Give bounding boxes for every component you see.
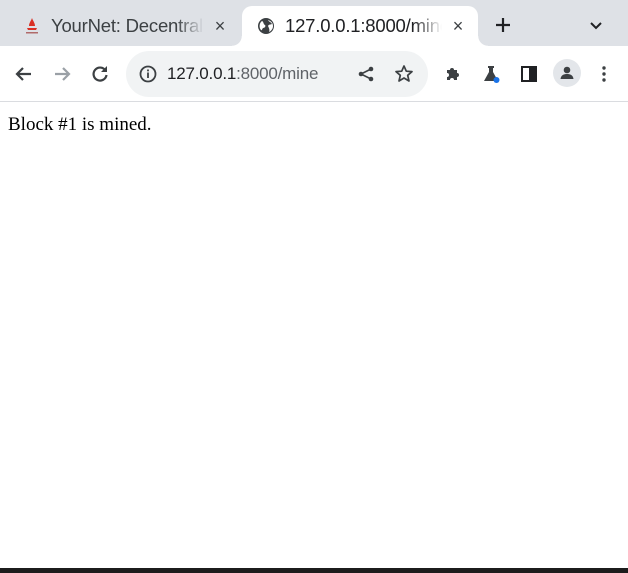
- chevron-down-icon: [590, 22, 602, 30]
- forward-button[interactable]: [46, 58, 78, 90]
- close-tab-button[interactable]: ×: [208, 14, 232, 38]
- menu-button[interactable]: [588, 58, 620, 90]
- share-button[interactable]: [354, 62, 378, 86]
- url-text[interactable]: 127.0.0.1:8000/mine: [167, 64, 318, 84]
- tab-title: YourNet: Decentralized: [51, 15, 204, 36]
- star-outline-icon: [395, 65, 413, 82]
- side-panel-icon: [521, 66, 537, 82]
- tab-mine[interactable]: 127.0.0.1:8000/mine ×: [232, 6, 488, 46]
- close-icon: ×: [452, 15, 464, 36]
- reload-button[interactable]: [84, 58, 116, 90]
- tab-strip: YourNet: Decentralized × 127.0.0.1:8000/…: [0, 0, 628, 46]
- url-host: 127.0.0.1: [167, 64, 237, 83]
- side-panel-button[interactable]: [513, 58, 545, 90]
- flask-icon: [484, 66, 500, 83]
- site-info-button[interactable]: [136, 62, 160, 86]
- taskbar-edge: [0, 568, 628, 573]
- tab-search-button[interactable]: [582, 11, 610, 39]
- three-dots-vertical-icon: [602, 66, 606, 82]
- arrow-right-icon: [55, 67, 71, 81]
- person-icon: [560, 66, 574, 79]
- yournet-logo-icon: [22, 16, 42, 36]
- bookmark-button[interactable]: [392, 62, 416, 86]
- profile-button[interactable]: [553, 59, 581, 87]
- new-tab-button[interactable]: [489, 11, 517, 39]
- reload-icon: [92, 66, 108, 82]
- arrow-left-icon: [15, 67, 31, 81]
- page-content: Block #1 is mined.: [0, 103, 628, 568]
- close-icon: ×: [214, 15, 226, 36]
- tab-yournet[interactable]: YourNet: Decentralized ×: [8, 6, 240, 46]
- tab-title: 127.0.0.1:8000/mine: [285, 15, 442, 36]
- globe-icon: [256, 16, 276, 36]
- browser-toolbar: 127.0.0.1:8000/mine: [0, 46, 628, 102]
- labs-button[interactable]: [475, 58, 507, 90]
- url-path: :8000/mine: [236, 64, 319, 83]
- info-icon: [139, 65, 157, 83]
- mined-message: Block #1 is mined.: [8, 114, 152, 135]
- puzzle-icon: [447, 68, 459, 80]
- plus-icon: [496, 18, 510, 32]
- extensions-button[interactable]: [437, 58, 469, 90]
- share-icon: [358, 66, 374, 82]
- address-bar[interactable]: 127.0.0.1:8000/mine: [126, 51, 428, 97]
- back-button[interactable]: [8, 58, 40, 90]
- close-tab-button[interactable]: ×: [446, 14, 470, 38]
